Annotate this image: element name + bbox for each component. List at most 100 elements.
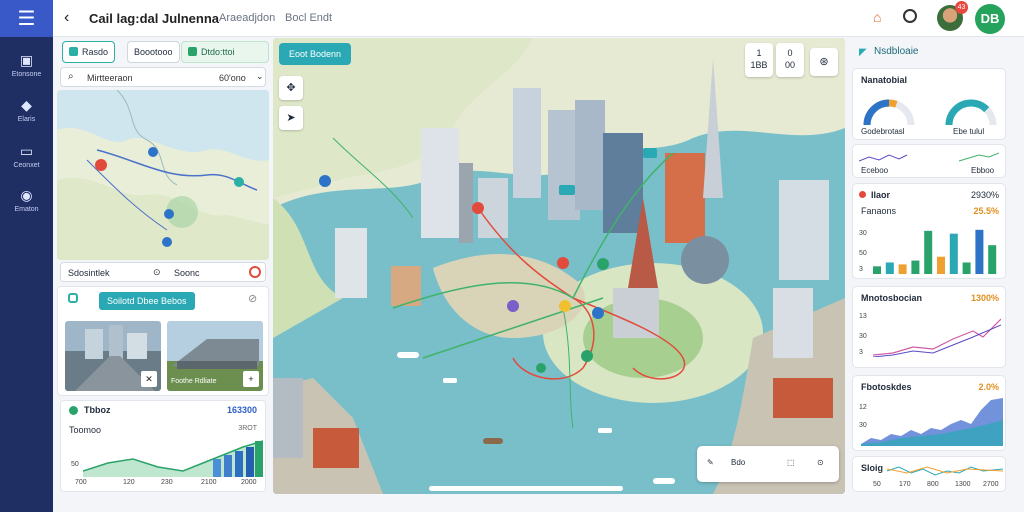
mini-map[interactable] [57, 90, 269, 260]
rail-item-1[interactable]: ▣ Etonsone [0, 52, 53, 78]
record-icon[interactable] [249, 266, 261, 278]
trend-card-title: Tbboz [84, 405, 111, 415]
search-icon: ⌕ [68, 71, 74, 82]
rail-icon-3: ▭ [19, 143, 34, 159]
rail-label-3: Ceonxet [13, 162, 40, 169]
rail-icon-4: ◉ [20, 187, 33, 203]
bar [911, 260, 920, 274]
app-window: ☰ ▣ Etonsone ◆ Elaris ▭ Ceonxet ◉ Ematon… [0, 0, 1024, 512]
rail-item-2[interactable]: ◆ Elaris [0, 97, 53, 123]
camera-icon[interactable]: ⊙ [153, 267, 161, 278]
trend-axis-label: 120 [123, 479, 135, 486]
map-scrollbar[interactable] [429, 486, 623, 491]
filter-chip-3[interactable]: Dtdo:ttoi bobate [181, 41, 269, 77]
home-icon[interactable]: ⌂ [873, 9, 881, 25]
bottom-axis-x: 800 [927, 481, 939, 488]
bar [898, 264, 907, 274]
bar-axis-y: 50 [859, 250, 867, 257]
bottom-axis-x: 50 [873, 481, 881, 488]
bar-card-title: Ilaor [871, 190, 891, 200]
filter-chip-1[interactable]: Rasdo [62, 41, 116, 63]
line-card-title: Mnotosbocian [861, 293, 922, 303]
bar [988, 245, 997, 274]
rail-icon-2: ◆ [21, 97, 32, 113]
compass-icon[interactable]: ✥ [279, 76, 303, 100]
photo-panel-title[interactable]: Soilotd Dbee Bebos [99, 292, 195, 310]
search-value: 60'ono [219, 73, 246, 83]
gauge-label-left: Godebrotasl [861, 127, 905, 136]
status-dot-icon [69, 406, 78, 415]
menu-icon[interactable]: ☰ [0, 0, 53, 37]
bar [885, 262, 894, 274]
line-chart-card: Mnotosbocian 1300% 13 30 3 [852, 286, 1006, 368]
search-input[interactable]: ⌕ Mirtteeraon 60'ono ⌄ [60, 67, 266, 87]
line-axis-y: 3 [859, 349, 863, 356]
bar [962, 262, 971, 274]
rail-item-3[interactable]: ▭ Ceonxet [0, 143, 53, 169]
photo-thumbnail-1[interactable]: ✕ [65, 321, 161, 391]
trend-axis-label: 700 [75, 479, 87, 486]
bottom-axis-x: 2700 [983, 481, 999, 488]
map-layer-tag[interactable]: Eoot Bodenn [279, 43, 352, 65]
chip-dot-icon [69, 47, 78, 56]
bar [975, 229, 984, 274]
area-chart-card: Fbotoskdes 2.0% 12 30 [852, 375, 1006, 451]
share-icon[interactable]: ⊘ [248, 292, 257, 305]
photo-panel: Soilotd Dbee Bebos ⊘ ✕ Foothe Rdliate + [57, 286, 269, 396]
trend-card-peak: 3ROT [238, 425, 257, 432]
line-axis-y: 13 [859, 313, 867, 320]
back-icon[interactable]: ‹ [64, 9, 69, 27]
bar [873, 266, 881, 274]
chip-label-2: Boootooo [134, 47, 173, 57]
trend-axis-label: 230 [161, 479, 173, 486]
right-panel-title: Nsdbloaie [874, 46, 919, 57]
left-panel: Rasdo Boootooo Dtdo:ttoi bobate ⌕ Mirtte… [57, 40, 269, 492]
select-icon[interactable]: ⬚ [787, 458, 795, 467]
expand-icon[interactable]: ✕ [141, 371, 157, 387]
status-text-a: Sdosintlek [68, 268, 110, 278]
page-title: Cail lag:dal Julnenna [89, 11, 220, 26]
right-panel: ◤ Nsdbloaie Nanatobial Godebrotasl Ebe t… [849, 38, 1015, 494]
layers-icon[interactable]: ⊛ [810, 48, 838, 76]
bottom-chart-card: Sloig 50 170 800 1300 2700 [852, 456, 1006, 492]
navigate-icon[interactable]: ➤ [279, 106, 303, 130]
bottom-axis-x: 1300 [955, 481, 971, 488]
bottom-card-title: Sloig [861, 463, 883, 473]
bottom-axis-x: 170 [899, 481, 911, 488]
bar-chart [873, 229, 997, 274]
bar [924, 230, 933, 274]
spark-label-left: Eceboo [861, 166, 889, 175]
clock-icon[interactable] [903, 9, 917, 23]
chip-dot-icon [188, 47, 197, 56]
notification-badge: 43 [955, 1, 968, 14]
chevron-down-icon[interactable]: ⌄ [256, 71, 264, 82]
zoom-control-a[interactable]: 1 1BB [745, 43, 773, 77]
trend-axis-label: 2000 [241, 479, 257, 486]
gauge-card: Nanatobial Godebrotasl Ebe tulul [852, 68, 1006, 140]
gauge-card-title: Nanatobial [861, 75, 908, 85]
map-tool-label[interactable]: Bdo [731, 458, 745, 467]
trend-card: Tbboz 163300 Toomoo 3ROT 50 700 120 230 … [60, 400, 266, 492]
add-icon[interactable]: + [243, 371, 259, 387]
spark-label-right: Ebboo [971, 166, 995, 175]
status-dot-icon [859, 191, 866, 198]
bar [937, 256, 945, 274]
photo-thumbnail-2[interactable]: Foothe Rdliate + [167, 321, 263, 391]
bar-axis-y: 3 [859, 266, 863, 273]
main-map[interactable]: Eoot Bodenn ✥ ➤ 1 1BB 0 00 ⊛ ✎ Bdo ⬚ ⊙ [273, 38, 845, 494]
locate-icon[interactable]: ⊙ [817, 458, 824, 467]
breadcrumb-2[interactable]: Bocl Endt [285, 12, 332, 24]
trend-card-value: 163300 [226, 405, 257, 415]
bar-card-value: 2930% [970, 190, 999, 200]
bar [949, 233, 958, 274]
edit-icon[interactable]: ✎ [707, 458, 714, 467]
app-switcher-button[interactable]: DB [975, 4, 1005, 34]
rail-label-4: Ematon [14, 206, 39, 213]
trend-axis-label: 2100 [201, 479, 217, 486]
breadcrumb-1[interactable]: Araeadjdon [219, 12, 275, 24]
status-text-c: Soonc [174, 268, 200, 278]
zoom-control-b[interactable]: 0 00 [776, 43, 804, 77]
rail-label-2: Elaris [17, 116, 36, 123]
filter-chip-2[interactable]: Boootooo [127, 41, 180, 63]
rail-item-4[interactable]: ◉ Ematon [0, 187, 53, 213]
